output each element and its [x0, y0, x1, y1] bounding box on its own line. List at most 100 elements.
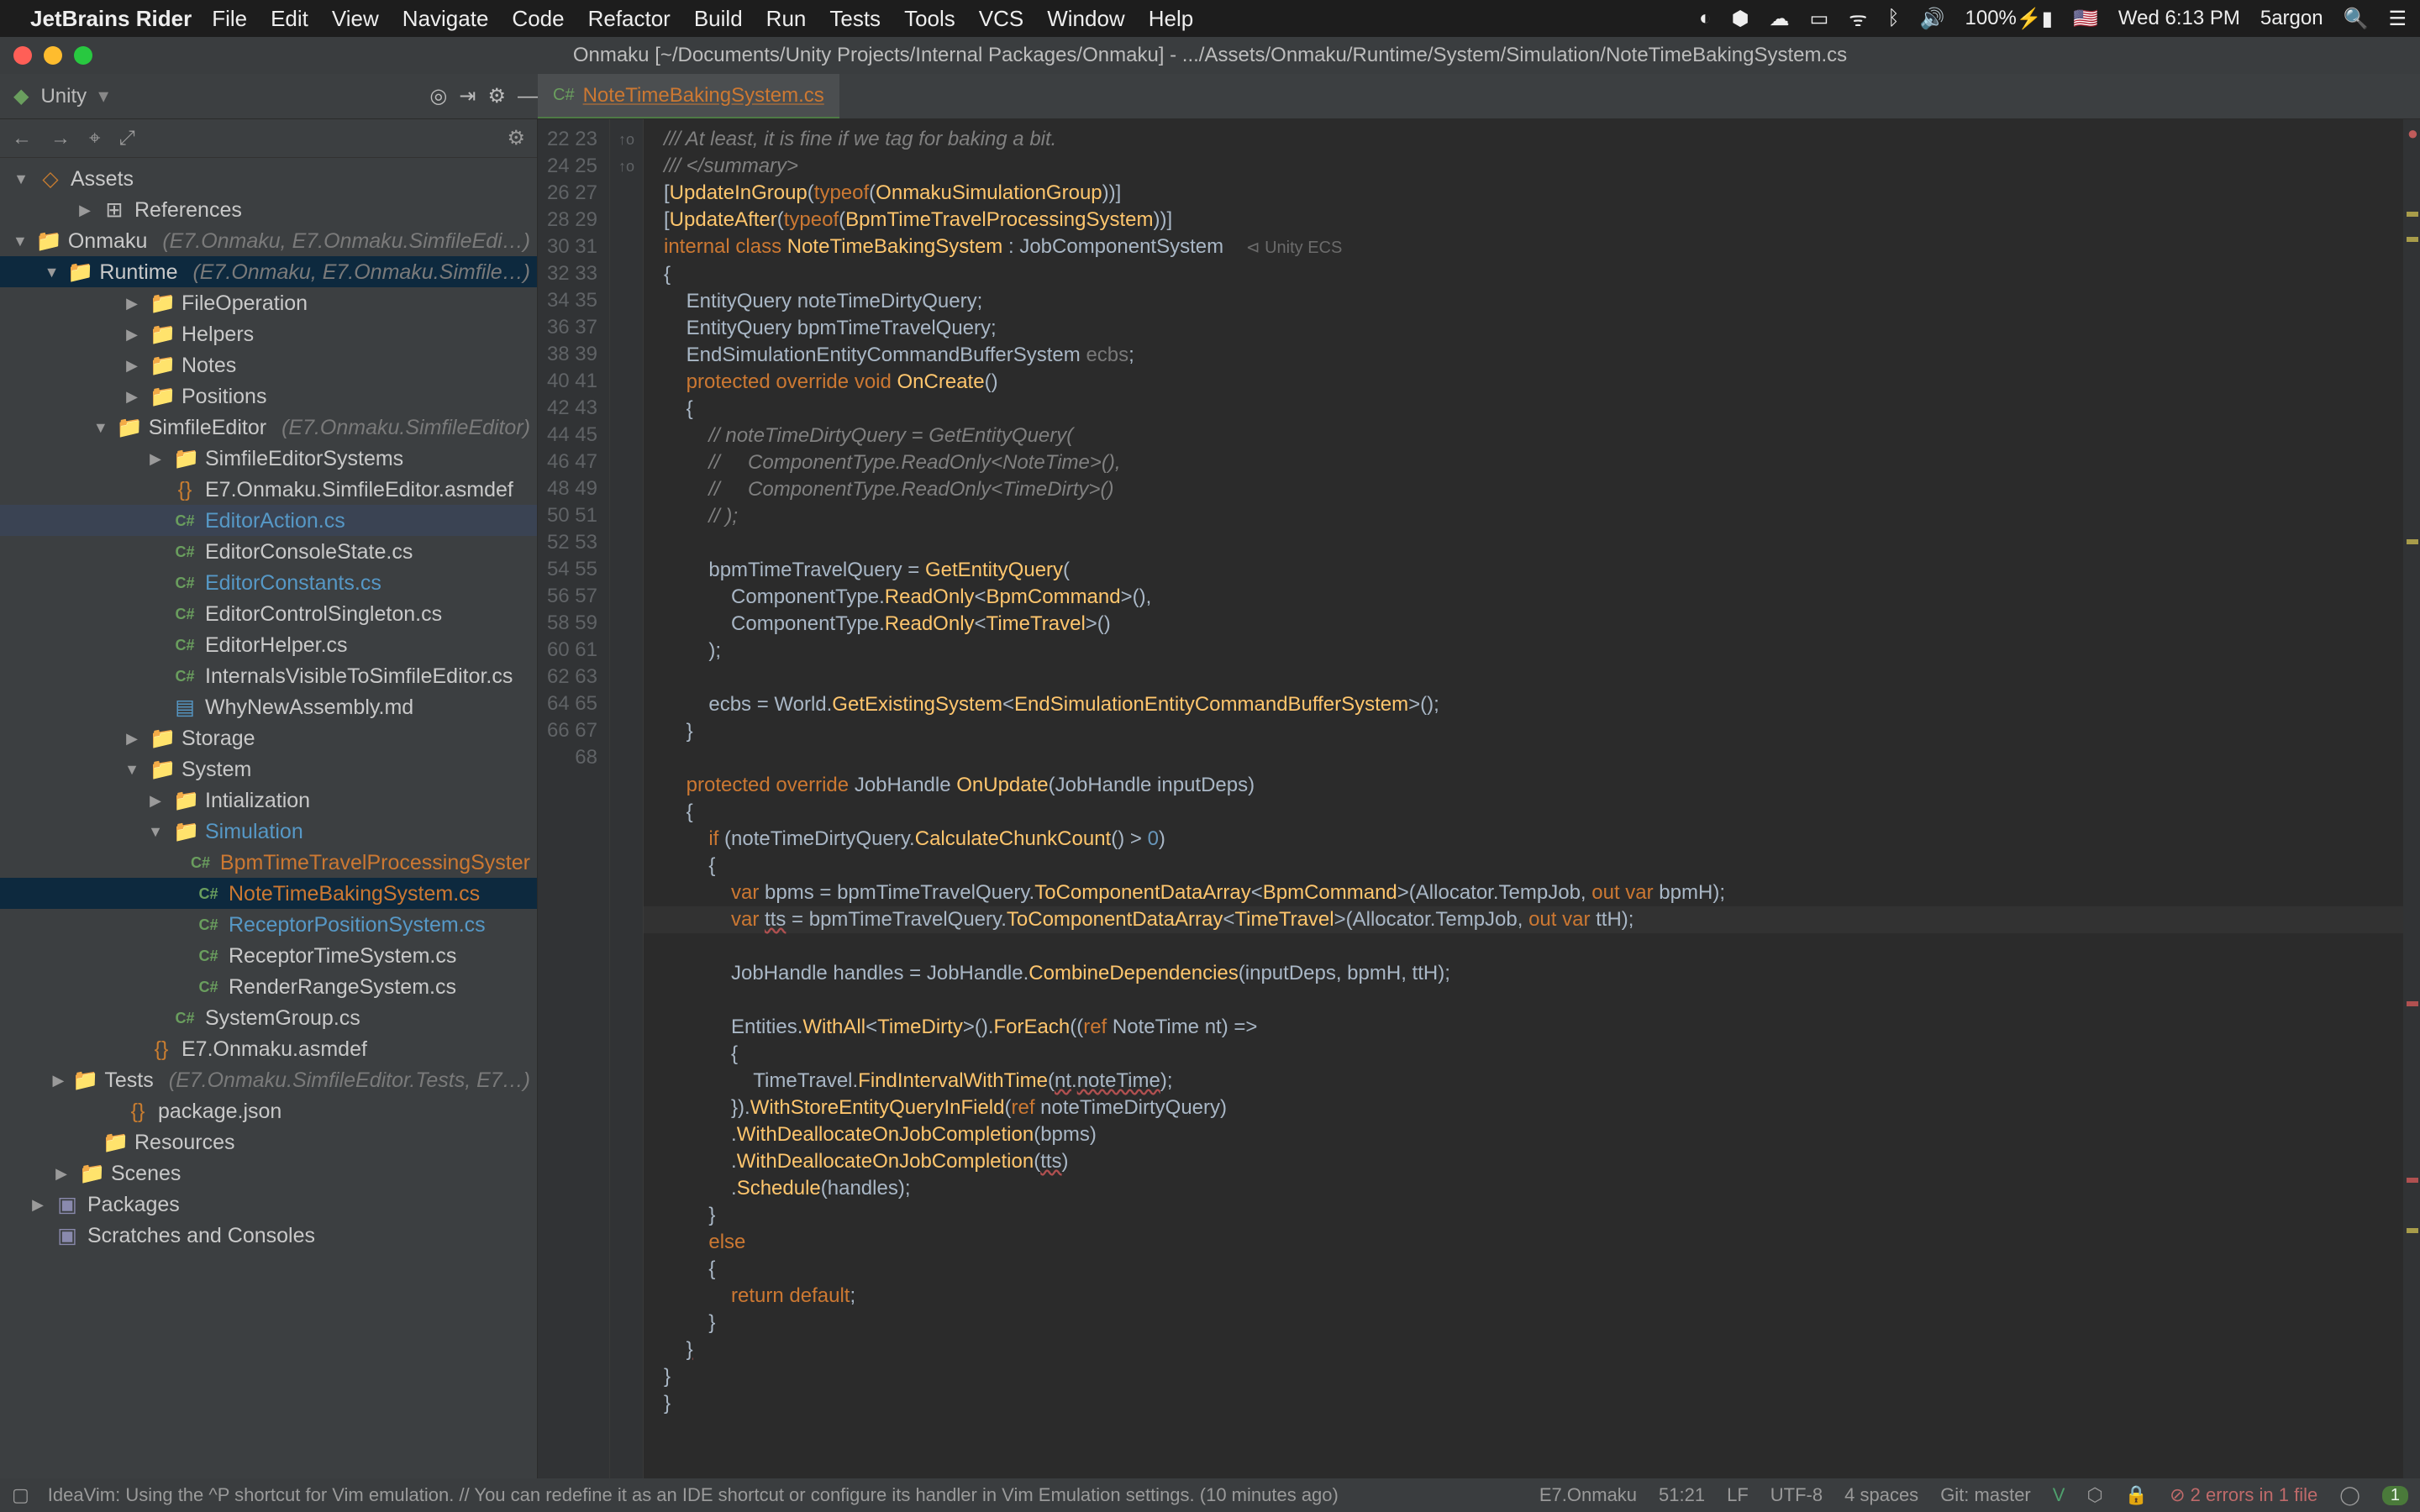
- tree-node[interactable]: C#RenderRangeSystem.cs: [0, 971, 537, 1002]
- project-tree[interactable]: ▼ ◇ Assets ▶⊞References▼📁Onmaku(E7.Onmak…: [0, 158, 537, 1478]
- status-caret[interactable]: 51:21: [1659, 1484, 1705, 1506]
- tree-node[interactable]: ▶📁Intialization: [0, 785, 537, 816]
- tree-twisty-icon[interactable]: ▶: [123, 381, 141, 412]
- tree-twisty-icon[interactable]: ▶: [29, 1189, 47, 1221]
- tree-node[interactable]: ▶📁Storage: [0, 722, 537, 753]
- processes-icon[interactable]: ◯: [2339, 1484, 2360, 1506]
- tree-node[interactable]: C#BpmTimeTravelProcessingSyster: [0, 847, 537, 878]
- error-stripe[interactable]: ●: [2403, 119, 2420, 1478]
- project-settings-icon[interactable]: ⚙: [507, 126, 525, 150]
- hide-icon[interactable]: —: [518, 85, 538, 108]
- status-eol[interactable]: LF: [1727, 1484, 1749, 1506]
- tree-node[interactable]: C#SystemGroup.cs: [0, 1002, 537, 1033]
- menu-refactor[interactable]: Refactor: [588, 6, 671, 32]
- tree-twisty-icon[interactable]: ▶: [52, 1158, 71, 1189]
- spotlight-icon[interactable]: 🔍: [2344, 7, 2369, 31]
- tree-twisty-icon[interactable]: ▶: [146, 785, 165, 816]
- zoom-window-button[interactable]: [74, 46, 92, 65]
- tree-twisty-icon[interactable]: ▼: [123, 753, 141, 785]
- tree-twisty-icon[interactable]: ▶: [146, 443, 165, 475]
- tree-node[interactable]: ▶📁FileOperation: [0, 287, 537, 318]
- cloud-icon[interactable]: ☁: [1770, 7, 1790, 31]
- lock-icon[interactable]: 🔒: [2125, 1484, 2148, 1506]
- tree-node[interactable]: C#NoteTimeBakingSystem.cs: [0, 878, 537, 909]
- menu-tools[interactable]: Tools: [904, 6, 955, 32]
- toolwindow-toggle-icon[interactable]: ▢: [12, 1484, 29, 1506]
- tree-node[interactable]: C#ReceptorTimeSystem.cs: [0, 940, 537, 971]
- editor-tab[interactable]: C# NoteTimeBakingSystem.cs: [538, 74, 839, 118]
- dropbox-icon[interactable]: ⬢: [1732, 7, 1749, 31]
- bluetooth-icon[interactable]: ᛒ: [1887, 7, 1899, 30]
- notifications-badge[interactable]: 1: [2382, 1486, 2408, 1505]
- tree-node[interactable]: C#ReceptorPositionSystem.cs: [0, 909, 537, 940]
- menu-build[interactable]: Build: [694, 6, 743, 32]
- target-icon[interactable]: ◎: [429, 84, 447, 108]
- chevron-down-icon[interactable]: ▾: [98, 84, 108, 108]
- menu-window[interactable]: Window: [1047, 6, 1124, 32]
- tree-node[interactable]: ▶📁Positions: [0, 381, 537, 412]
- tree-node[interactable]: {}E7.Onmaku.asmdef: [0, 1033, 537, 1064]
- tree-twisty-icon[interactable]: ▶: [123, 287, 141, 319]
- user-name[interactable]: 5argon: [2260, 7, 2323, 30]
- control-center-icon[interactable]: ☰: [2388, 7, 2407, 31]
- solution-icon[interactable]: ◆: [13, 84, 29, 108]
- menu-code[interactable]: Code: [512, 6, 564, 32]
- tree-node[interactable]: ▣Scratches and Consoles: [0, 1220, 537, 1251]
- back-icon[interactable]: ←: [12, 127, 32, 150]
- tree-node[interactable]: ▼📁Onmaku(E7.Onmaku, E7.Onmaku.SimfileEdi…: [0, 225, 537, 256]
- tree-node[interactable]: ▶📁Helpers: [0, 318, 537, 349]
- tree-node[interactable]: {}E7.Onmaku.SimfileEditor.asmdef: [0, 474, 537, 505]
- status-namespace[interactable]: E7.Onmaku: [1539, 1484, 1637, 1506]
- status-indent[interactable]: 4 spaces: [1844, 1484, 1918, 1506]
- select-opened-icon[interactable]: ⌖: [89, 127, 101, 150]
- app-name[interactable]: JetBrains Rider: [30, 6, 192, 32]
- code-area[interactable]: /// At least, it is fine if we tag for b…: [644, 119, 2403, 1478]
- vim-icon[interactable]: V: [2053, 1484, 2065, 1506]
- menu-run[interactable]: Run: [766, 6, 807, 32]
- display-icon[interactable]: ▭: [1810, 7, 1829, 31]
- settings-icon[interactable]: ⚙: [487, 84, 506, 108]
- tree-node[interactable]: {}package.json: [0, 1095, 537, 1126]
- tree-node[interactable]: ▼📁SimfileEditor(E7.Onmaku.SimfileEditor): [0, 412, 537, 443]
- battery-status[interactable]: 100% ⚡▮: [1965, 7, 2053, 31]
- clock[interactable]: Wed 6:13 PM: [2118, 7, 2240, 30]
- tree-node[interactable]: C#InternalsVisibleToSimfileEditor.cs: [0, 660, 537, 691]
- forward-icon[interactable]: →: [50, 127, 71, 150]
- status-git[interactable]: Git: master: [1940, 1484, 2031, 1506]
- expand-all-icon[interactable]: ⤢: [119, 127, 135, 150]
- tree-twisty-icon[interactable]: ▼: [146, 816, 165, 848]
- close-window-button[interactable]: [13, 46, 32, 65]
- tree-node[interactable]: ▶📁Tests(E7.Onmaku.SimfileEditor.Tests, E…: [0, 1064, 537, 1095]
- tree-node[interactable]: C#EditorControlSingleton.cs: [0, 598, 537, 629]
- tree-node[interactable]: ▶⊞References: [0, 194, 537, 225]
- menu-file[interactable]: File: [212, 6, 247, 32]
- menu-tests[interactable]: Tests: [829, 6, 881, 32]
- tree-twisty-icon[interactable]: ▶: [123, 318, 141, 350]
- tree-node[interactable]: C#EditorConsoleState.cs: [0, 536, 537, 567]
- menu-navigate[interactable]: Navigate: [402, 6, 489, 32]
- status-encoding[interactable]: UTF-8: [1770, 1484, 1823, 1506]
- tray-icon[interactable]: ◐: [1699, 7, 1712, 30]
- tree-node[interactable]: C#EditorHelper.cs: [0, 629, 537, 660]
- tree-node[interactable]: ▶📁SimfileEditorSystems: [0, 443, 537, 474]
- tree-node[interactable]: 📁Resources: [0, 1126, 537, 1158]
- tree-node[interactable]: ▼📁Simulation: [0, 816, 537, 847]
- unity-icon[interactable]: ⬡: [2086, 1484, 2102, 1506]
- tree-node[interactable]: C#EditorAction.cs: [0, 505, 537, 536]
- minimize-window-button[interactable]: [44, 46, 62, 65]
- wifi-icon[interactable]: ᯤ: [1849, 5, 1867, 33]
- line-gutter[interactable]: 22 23 24 25 26 27 28 29 30 31 32 33 34 3…: [538, 119, 610, 1478]
- menu-edit[interactable]: Edit: [271, 6, 308, 32]
- status-errors[interactable]: ⊘ 2 errors in 1 file: [2170, 1484, 2317, 1506]
- tree-twisty-icon[interactable]: ▶: [53, 1064, 65, 1096]
- tree-node[interactable]: ▶📁Notes: [0, 349, 537, 381]
- inspection-indicator-icon[interactable]: ●: [2407, 123, 2418, 144]
- collapse-icon[interactable]: ⇥: [459, 84, 476, 108]
- volume-icon[interactable]: 🔊: [1920, 7, 1945, 31]
- tree-node[interactable]: ▶📁Scenes: [0, 1158, 537, 1189]
- menu-vcs[interactable]: VCS: [979, 6, 1023, 32]
- menu-help[interactable]: Help: [1149, 6, 1193, 32]
- tree-twisty-icon[interactable]: ▶: [76, 194, 94, 226]
- tree-twisty-icon[interactable]: ▶: [123, 722, 141, 754]
- tree-twisty-icon[interactable]: ▼: [13, 225, 28, 257]
